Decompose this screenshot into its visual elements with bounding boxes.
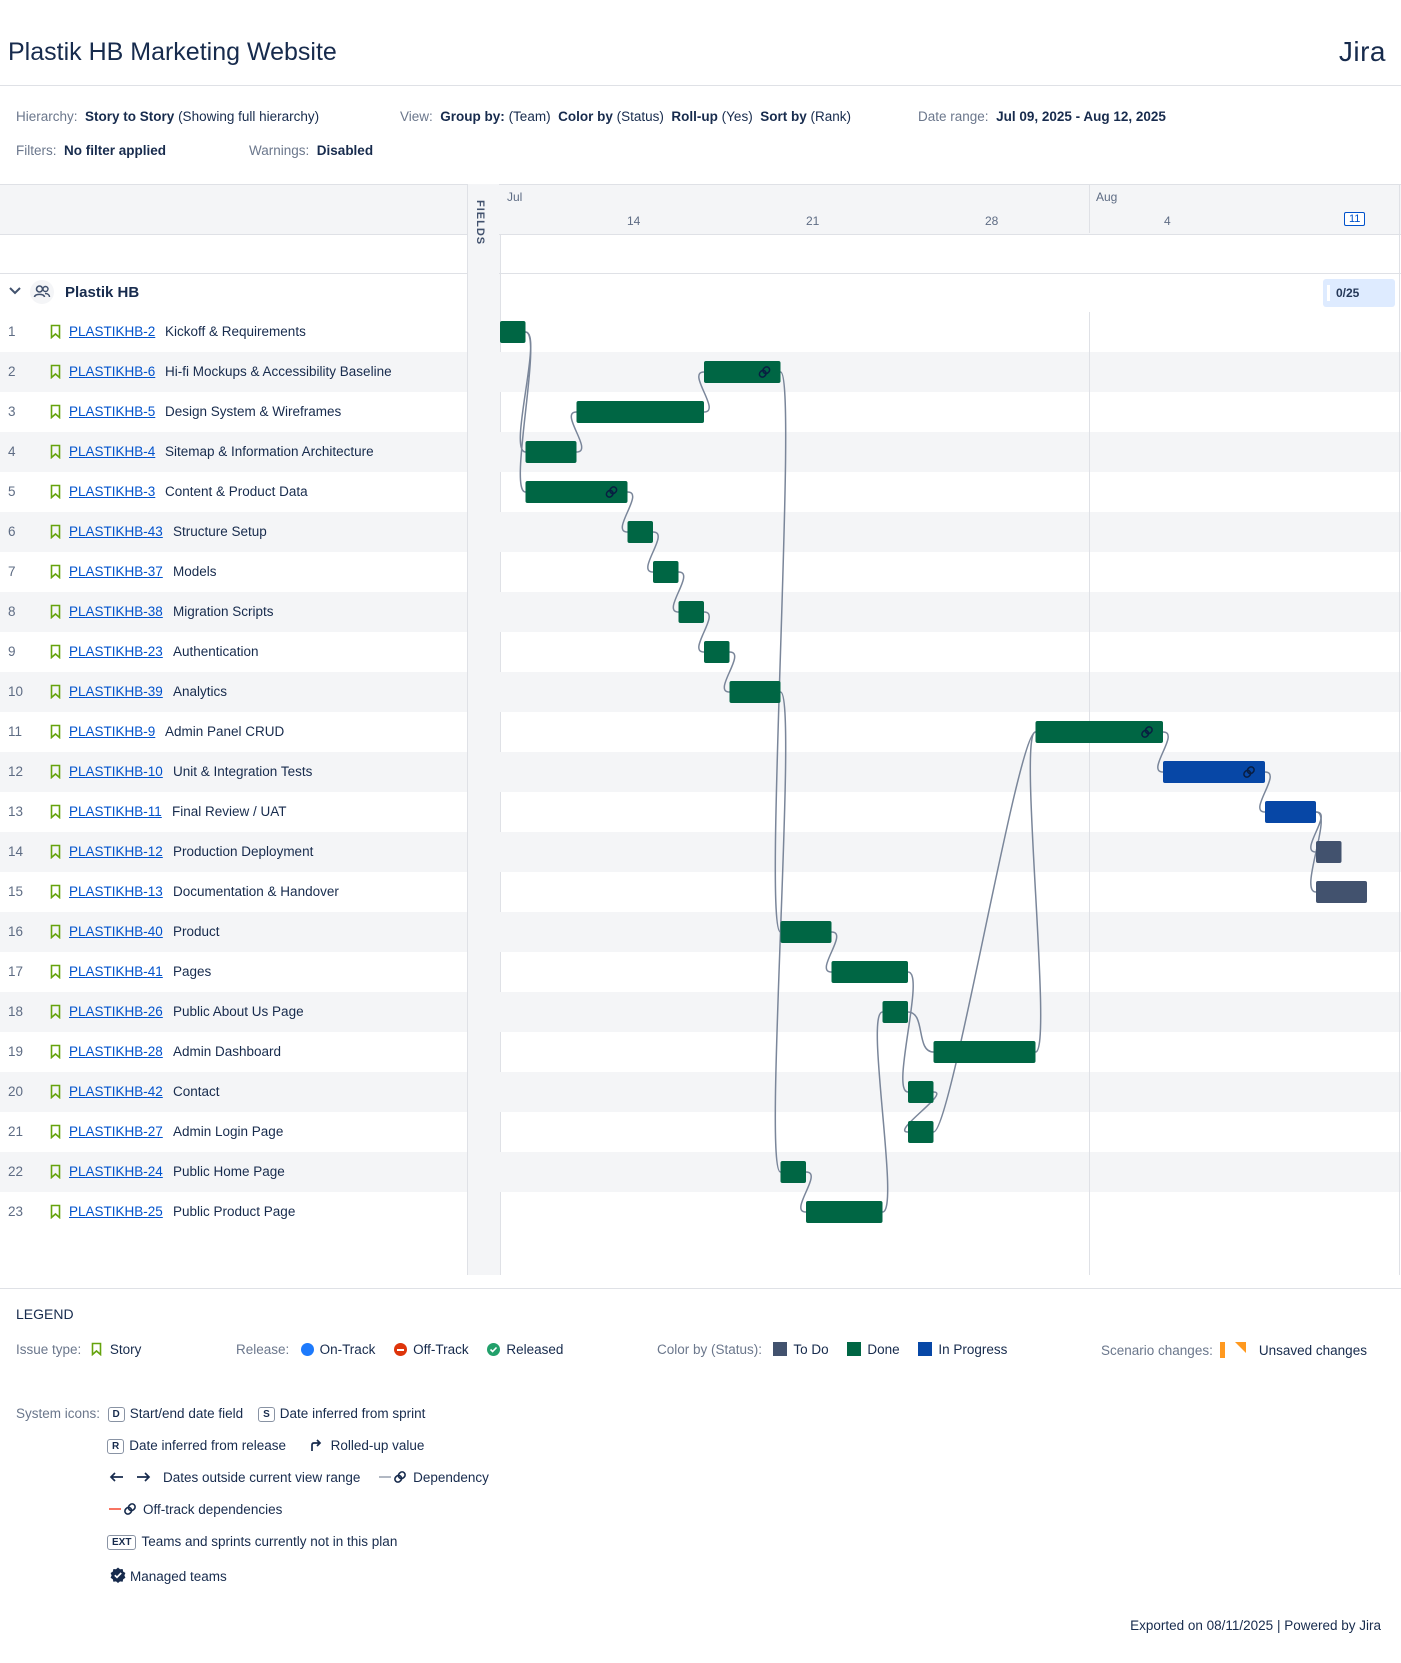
schedule-bar[interactable]: [525, 441, 577, 463]
off-track-icon: [394, 1343, 408, 1356]
legend-release: Release: On-Track Off-Track Released: [236, 1342, 563, 1357]
on-track-icon: [300, 1343, 314, 1356]
schedule-bar[interactable]: [678, 601, 705, 623]
inferred-release-label: Date inferred from release: [129, 1438, 287, 1453]
dependency-link-icon: [379, 1471, 407, 1483]
managed-team-badge-icon: [110, 1567, 126, 1583]
dependency-line[interactable]: [907, 1011, 934, 1053]
legend-managed: Managed teams: [110, 1567, 227, 1584]
rolled-up-label: Rolled-up value: [330, 1438, 425, 1453]
inferred-sprint-label: Date inferred from sprint: [279, 1406, 426, 1421]
schedule-bar[interactable]: [933, 1041, 1036, 1063]
schedule-bar[interactable]: [576, 401, 705, 423]
scenario-bar-icon: [1220, 1342, 1226, 1358]
story-bookmark-icon: [91, 1342, 102, 1357]
schedule-bar[interactable]: [908, 1081, 934, 1103]
export-footer: Exported on 08/11/2025 | Powered by Jira: [1130, 1618, 1381, 1633]
schedule-bar[interactable]: [806, 1201, 883, 1223]
story-label: Story: [109, 1342, 142, 1357]
offtrack-deps-label: Off-track dependencies: [143, 1502, 283, 1517]
done-swatch: [847, 1342, 862, 1356]
schedule-bar[interactable]: [1316, 841, 1342, 863]
sprint-date-icon: S: [258, 1407, 275, 1422]
in-progress-swatch: [918, 1342, 933, 1356]
legend-release-rollup: R Date inferred from release Rolled-up va…: [107, 1438, 424, 1454]
schedule-bar[interactable]: [653, 561, 679, 583]
legend-outside-range: Dates outside current view range Depende…: [109, 1470, 489, 1485]
schedule-bar[interactable]: [780, 921, 832, 943]
legend-ext: EXT Teams and sprints currently not in th…: [107, 1534, 397, 1550]
schedule-bar[interactable]: [500, 321, 526, 343]
schedule-bar[interactable]: [908, 1121, 934, 1143]
issue-type-label: Issue type:: [16, 1342, 82, 1357]
gantt-chart: [500, 321, 1367, 1223]
offtrack-dependency-icon: [109, 1503, 136, 1515]
start-end-date-icon: D: [107, 1407, 125, 1422]
dependency-line[interactable]: [519, 331, 532, 453]
dependency-line[interactable]: [519, 331, 532, 493]
start-end-label: Start/end date field: [129, 1406, 244, 1421]
release-label: Release:: [236, 1342, 290, 1357]
unsaved-corner-icon: [1235, 1342, 1247, 1353]
schedule-bar[interactable]: [780, 1161, 807, 1183]
schedule-bar[interactable]: [627, 521, 654, 543]
system-icons-label: System icons:: [16, 1406, 101, 1421]
dependency-line[interactable]: [876, 1011, 889, 1213]
dependency-line[interactable]: [902, 971, 914, 1093]
legend-issue-type: Issue type: Story: [16, 1342, 141, 1357]
color-by-status-label: Color by (Status):: [657, 1342, 763, 1357]
scenario-label: Scenario changes:: [1101, 1343, 1213, 1358]
outside-range-arrows-icon: [109, 1472, 151, 1482]
legend-status-colors: Color by (Status): To Do Done In Progres…: [657, 1342, 1007, 1357]
ext-icon: EXT: [107, 1535, 137, 1550]
ext-label: Teams and sprints currently not in this …: [141, 1534, 398, 1549]
schedule-bar[interactable]: [704, 641, 730, 663]
unsaved-label: Unsaved changes: [1258, 1343, 1367, 1358]
dependency-label: Dependency: [413, 1470, 489, 1485]
schedule-bar[interactable]: [1035, 721, 1164, 743]
on-track-label: On-Track: [319, 1342, 376, 1357]
outside-range-label: Dates outside current view range: [163, 1470, 361, 1485]
managed-teams-label: Managed teams: [130, 1569, 227, 1584]
off-track-label: Off-Track: [413, 1342, 469, 1357]
dependency-line[interactable]: [1029, 731, 1042, 1053]
legend-scenario: Scenario changes: Unsaved changes: [1101, 1342, 1367, 1358]
schedule-bar[interactable]: [1316, 881, 1367, 903]
legend-system-icons: System icons: D Start/end date field S Dat…: [16, 1406, 425, 1422]
todo-label: To Do: [793, 1342, 829, 1357]
released-check-icon: [487, 1343, 501, 1356]
legend-title: LEGEND: [16, 1306, 74, 1322]
schedule-bar[interactable]: [729, 681, 781, 703]
in-progress-label: In Progress: [938, 1342, 1008, 1357]
dependency-line[interactable]: [932, 731, 1037, 1133]
schedule-bar[interactable]: [831, 961, 909, 983]
legend-offtrack-deps: Off-track dependencies: [109, 1502, 282, 1517]
schedule-bar[interactable]: [882, 1001, 909, 1023]
done-label: Done: [867, 1342, 900, 1357]
todo-swatch: [773, 1342, 788, 1356]
legend-divider: [0, 1288, 1401, 1289]
release-date-icon: R: [107, 1439, 125, 1454]
rolled-up-arrow-icon: [310, 1439, 321, 1451]
released-label: Released: [506, 1342, 564, 1357]
schedule-bar[interactable]: [1265, 801, 1316, 823]
